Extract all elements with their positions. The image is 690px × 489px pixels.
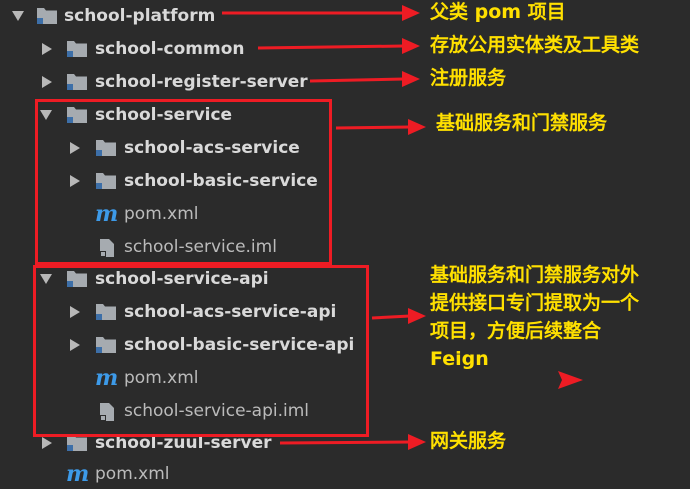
service-group-highlight-box xyxy=(35,99,332,265)
stray-arrow-head xyxy=(558,371,583,389)
note-api-line-1: 基础服务和门禁服务对外 xyxy=(430,264,640,286)
chevron-right-icon[interactable] xyxy=(42,76,52,88)
note-parent-pom: 父类 pom 项目 xyxy=(430,1,566,23)
arrow-head xyxy=(402,5,420,21)
note-api-line-4: Feign xyxy=(430,348,489,370)
arrow-head xyxy=(402,71,420,87)
note-gateway: 网关服务 xyxy=(430,430,507,452)
arrow-head xyxy=(402,38,420,54)
arrow-head xyxy=(408,119,426,135)
tree-node-school-platform[interactable]: school-platform xyxy=(0,1,330,31)
service-api-group-highlight-box xyxy=(33,265,369,437)
tree-node-pom-xml[interactable]: m pom.xml xyxy=(0,459,330,489)
tree-label: school-platform xyxy=(64,6,216,26)
chevron-right-icon[interactable] xyxy=(42,437,52,449)
module-folder-icon xyxy=(66,40,88,58)
note-api-line-3: 项目，方便后续整合 xyxy=(430,320,602,342)
arrow-to-api-note xyxy=(371,314,411,320)
note-api-line-2: 提供接口专门提取为一个 xyxy=(430,292,640,314)
chevron-right-icon[interactable] xyxy=(42,43,52,55)
arrow-head xyxy=(408,434,426,450)
note-common: 存放公用实体类及工具类 xyxy=(430,34,640,56)
note-service: 基础服务和门禁服务 xyxy=(436,112,608,134)
tree-node-school-common[interactable]: school-common xyxy=(0,34,330,64)
arrow-to-service-note xyxy=(335,125,411,130)
tree-label: school-common xyxy=(95,39,245,59)
arrow-head xyxy=(408,308,426,324)
chevron-down-icon[interactable] xyxy=(12,11,24,21)
tree-node-school-register-server[interactable]: school-register-server xyxy=(0,67,330,97)
module-folder-icon xyxy=(36,7,58,25)
maven-icon: m xyxy=(66,461,90,487)
tree-label: school-register-server xyxy=(95,72,308,92)
module-folder-icon xyxy=(66,73,88,91)
note-register: 注册服务 xyxy=(430,67,507,89)
tree-label: pom.xml xyxy=(95,464,170,484)
